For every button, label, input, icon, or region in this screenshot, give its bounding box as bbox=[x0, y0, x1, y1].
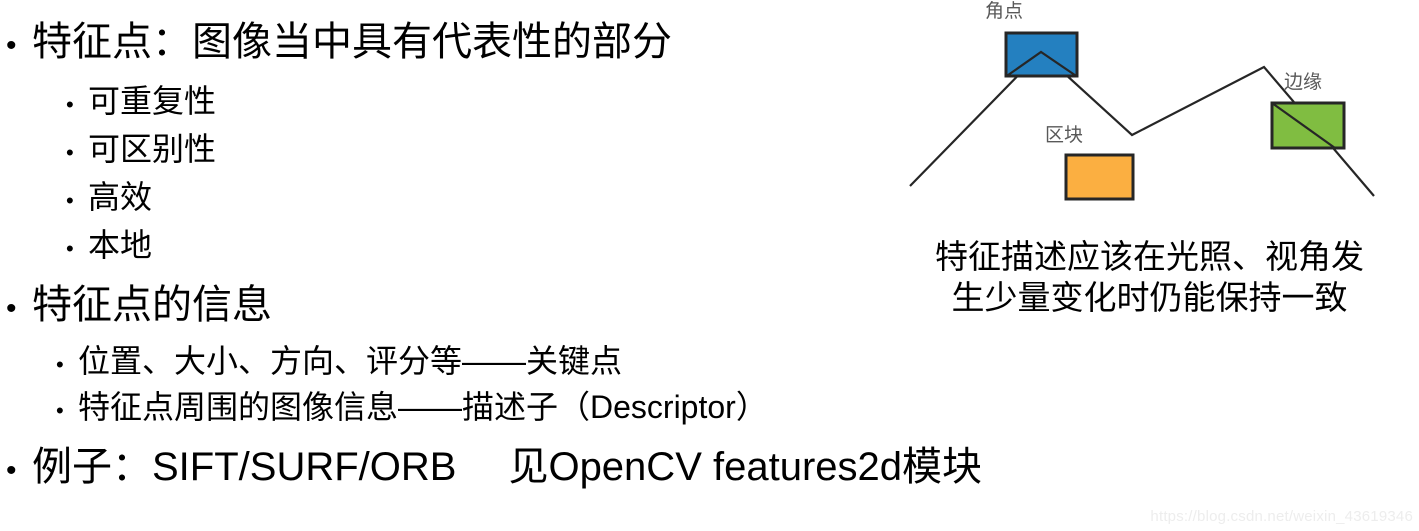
bullet-distinctiveness: • 可区别性 bbox=[66, 133, 216, 165]
bullet-label: 高效 bbox=[88, 179, 153, 215]
bullet-marker-icon: • bbox=[6, 454, 17, 487]
blob-box bbox=[1064, 153, 1135, 201]
bullet-marker-icon: • bbox=[66, 140, 74, 165]
bullet-label: 特征点：图像当中具有代表性的部分 bbox=[32, 20, 672, 64]
bullet-label: 特征点周围的图像信息——描述子（Descriptor） bbox=[78, 389, 768, 425]
bullet-marker-icon: • bbox=[66, 92, 74, 117]
bullet-label: 可区别性 bbox=[88, 131, 217, 167]
bullet-feature-point: • 特征点：图像当中具有代表性的部分 bbox=[4, 22, 672, 62]
bullet-label: 特征点的信息 bbox=[32, 283, 272, 327]
slide-text-body: • 特征点：图像当中具有代表性的部分 • 可重复性 • 可区别性 • 高效 • … bbox=[0, 0, 982, 531]
bullet-efficiency: • 高效 bbox=[66, 181, 152, 213]
bullet-feature-point-info: • 特征点的信息 bbox=[4, 285, 272, 325]
bullet-label-examples: 例子：SIFT/SURF/ORB bbox=[32, 445, 457, 489]
label-edge: 边缘 bbox=[1284, 71, 1323, 93]
bullet-marker-icon: • bbox=[66, 236, 74, 261]
bullet-label: 可重复性 bbox=[88, 83, 217, 119]
bullet-keypoint: • 位置、大小、方向、评分等——关键点 bbox=[56, 345, 622, 377]
bullet-marker-icon: • bbox=[6, 292, 17, 325]
bullet-locality: • 本地 bbox=[66, 229, 152, 261]
label-blob: 区块 bbox=[1045, 124, 1084, 146]
bullet-label: 位置、大小、方向、评分等——关键点 bbox=[78, 343, 623, 379]
bullet-repeatability: • 可重复性 bbox=[66, 85, 216, 117]
bullet-marker-icon: • bbox=[66, 188, 74, 213]
csdn-watermark: https://blog.csdn.net/weixin_43619346 bbox=[1150, 508, 1413, 525]
label-corner: 角点 bbox=[985, 0, 1024, 22]
figure-caption: 特征描述应该在光照、视角发 生少量变化时仍能保持一致 bbox=[935, 238, 1364, 317]
bullet-descriptor: • 特征点周围的图像信息——描述子（Descriptor） bbox=[56, 391, 768, 423]
bullet-marker-icon: • bbox=[56, 398, 64, 423]
feature-shape-diagram bbox=[909, 31, 1375, 201]
bullet-label: 本地 bbox=[88, 227, 153, 263]
bullet-marker-icon: • bbox=[6, 29, 17, 62]
bullet-examples: • 例子：SIFT/SURF/ORB 见OpenCV features2d模块 bbox=[4, 447, 982, 487]
feature-illustration-panel: 角点 区块 边缘 特征描述应该在光照、视角发 生少量变化时仍能保持一致 bbox=[880, 0, 1419, 531]
bullet-marker-icon: • bbox=[56, 352, 64, 377]
